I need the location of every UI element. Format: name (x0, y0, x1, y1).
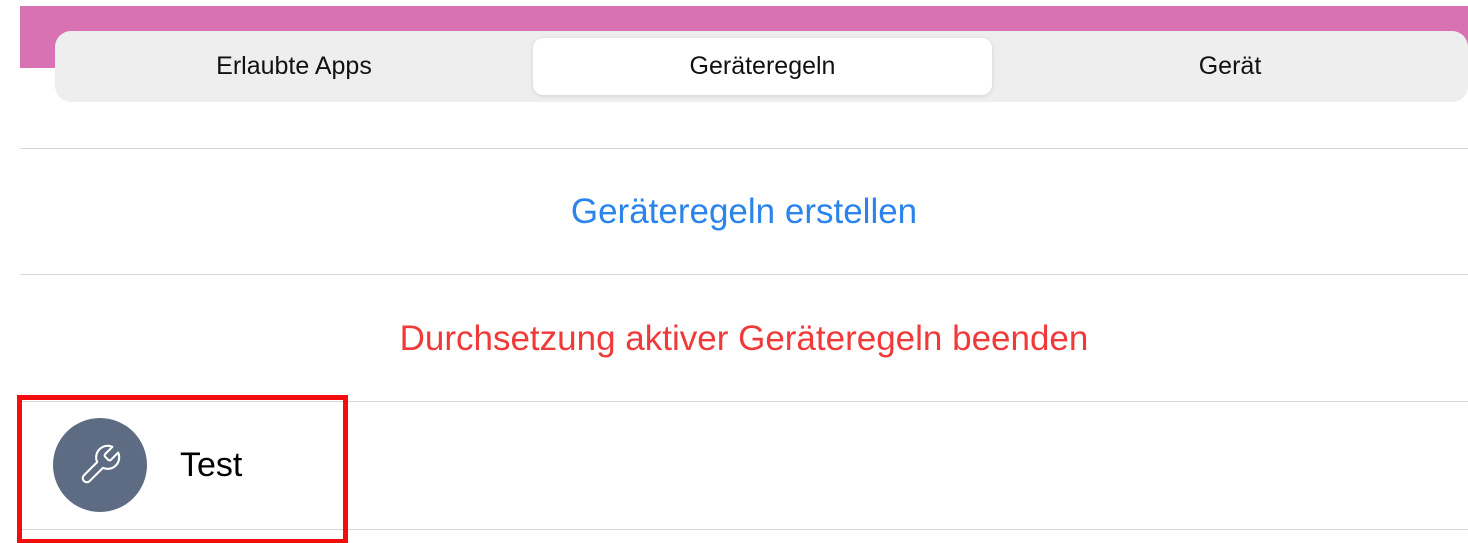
rule-name: Test (180, 446, 242, 485)
rule-list-item[interactable]: Test (20, 402, 1468, 529)
divider (20, 529, 1468, 530)
divider (20, 274, 1468, 275)
page: Erlaubte Apps Geräteregeln Gerät Geräter… (0, 0, 1468, 543)
rule-avatar (53, 418, 147, 512)
tab-device-rules[interactable]: Geräteregeln (533, 38, 992, 95)
segmented-control: Erlaubte Apps Geräteregeln Gerät (55, 31, 1468, 102)
wrench-icon (77, 442, 123, 488)
tab-device[interactable]: Gerät (992, 38, 1468, 95)
create-rules-button[interactable]: Geräteregeln erstellen (20, 150, 1468, 274)
stop-enforcement-button[interactable]: Durchsetzung aktiver Geräteregeln beende… (20, 276, 1468, 401)
tab-allowed-apps[interactable]: Erlaubte Apps (55, 38, 533, 95)
divider (20, 148, 1468, 149)
